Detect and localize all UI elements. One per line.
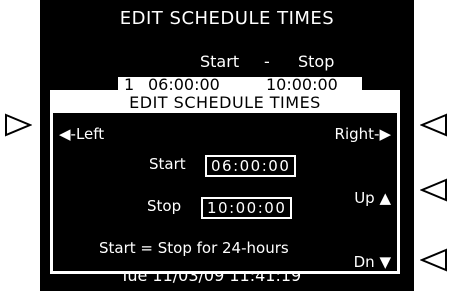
left-button[interactable]: ◀-Left [59,125,104,143]
background-title: EDIT SCHEDULE TIMES [119,8,335,29]
right-button[interactable]: Right-▶ [335,125,391,143]
note-text: Start = Stop for 24-hours [99,239,289,257]
up-button[interactable]: Up ▲ [354,189,391,207]
header-stop: Stop [298,52,335,71]
start-label: Start [149,155,186,173]
dialog-title: EDIT SCHEDULE TIMES [53,93,397,113]
down-pointer-icon[interactable] [420,248,448,272]
edit-schedule-dialog: EDIT SCHEDULE TIMES ◀-Left Right-▶ Start… [50,90,400,274]
start-time-field[interactable]: 06:00:00 [205,155,297,177]
right-pointer-icon[interactable] [420,113,448,137]
down-button[interactable]: Dn ▼ [354,253,391,271]
stop-label: Stop [147,197,182,215]
left-pointer-icon[interactable] [4,113,32,137]
stop-time-field[interactable]: 10:00:00 [201,197,293,219]
header-start: Start [200,52,240,71]
header-dash: - [264,52,270,71]
up-pointer-icon[interactable] [420,178,448,202]
